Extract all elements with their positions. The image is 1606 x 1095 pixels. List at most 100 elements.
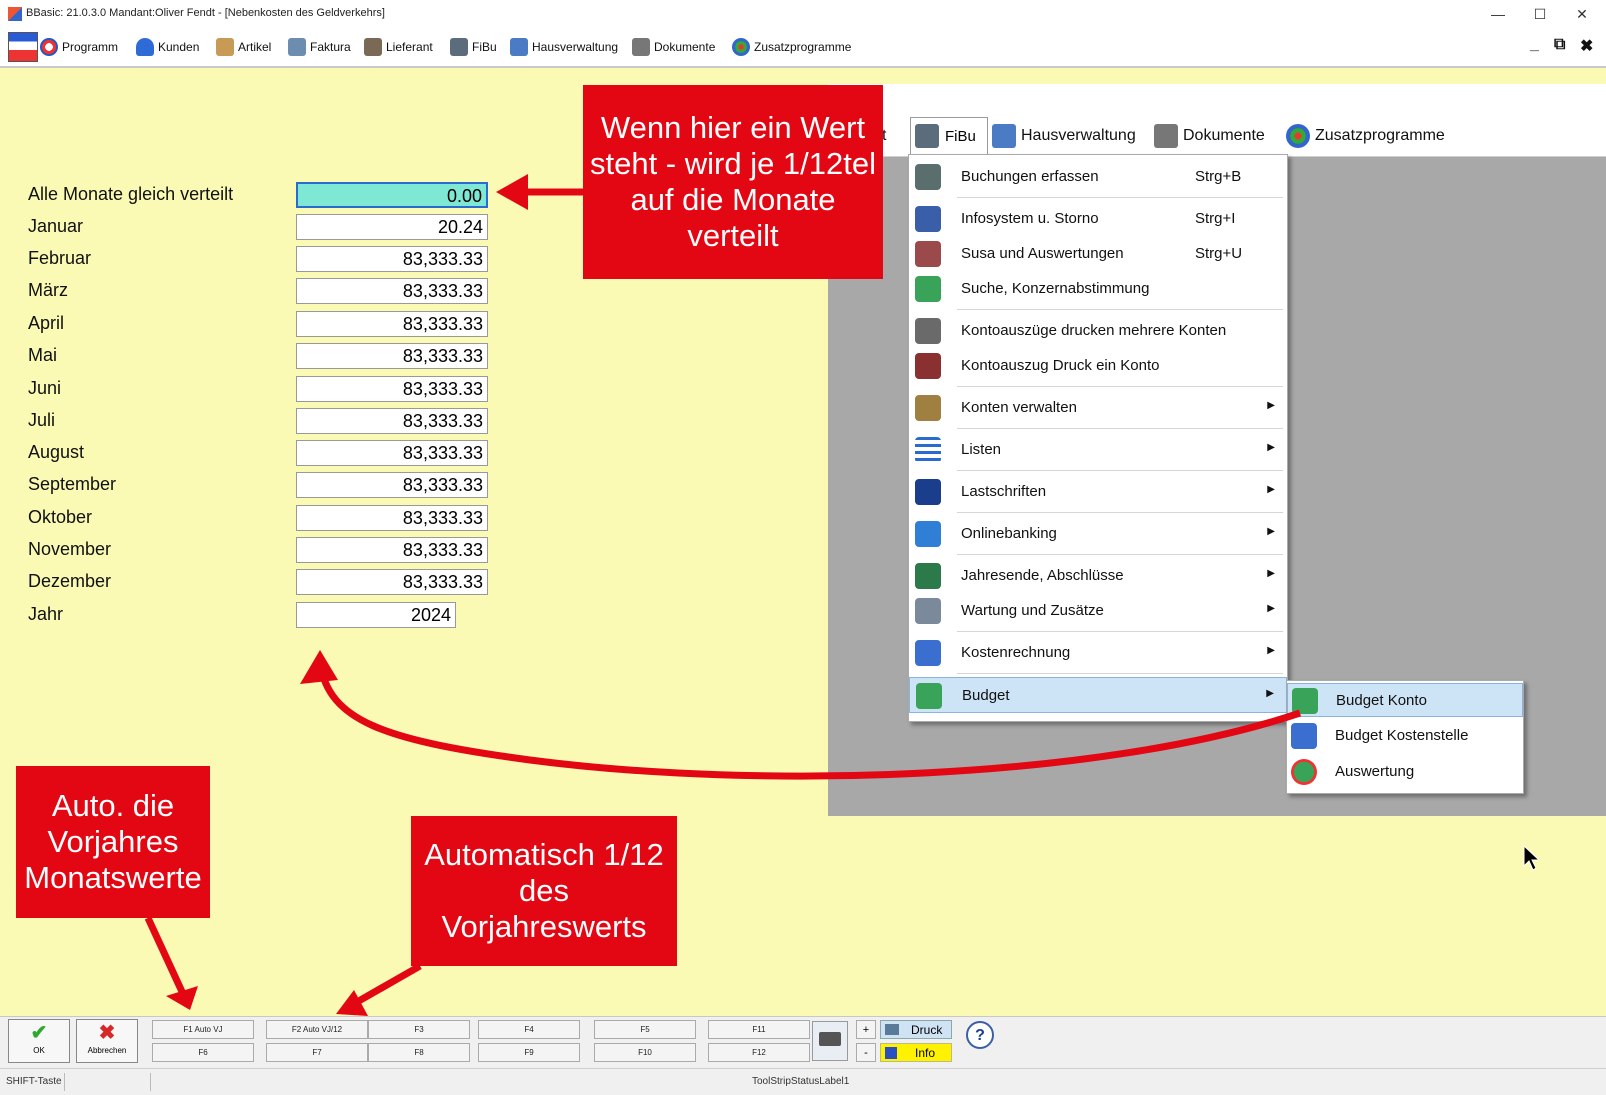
label-januar: Januar <box>28 216 84 236</box>
februar-input[interactable]: 83,333.33 <box>296 246 488 272</box>
callout-top: Wenn hier ein Wert steht - wird je 1/12t… <box>583 85 883 279</box>
menu-item-kontoauszuege[interactable]: Kontoauszüge drucken mehrere Konten <box>909 313 1287 349</box>
submenu-item-budget-kostenstelle[interactable]: Budget Kostenstelle <box>1287 719 1523 753</box>
menu-item-shortcut: Strg+I <box>1195 210 1236 227</box>
kontoauszuege-icon <box>915 318 941 344</box>
label-februar: Februar <box>28 248 92 268</box>
oktober-input[interactable]: 83,333.33 <box>296 505 488 531</box>
menu-zusatzprogramme[interactable]: Zusatzprogramme <box>732 34 851 60</box>
menu-hausverwaltung[interactable]: Hausverwaltung <box>510 34 618 60</box>
menu-item-konten-verwalten[interactable]: Konten verwalten ▶ <box>909 390 1287 426</box>
fibu-icon <box>450 38 468 56</box>
label-oktober: Oktober <box>28 507 93 527</box>
help-button[interactable]: ? <box>966 1021 994 1049</box>
menu-label: Zusatzprogramme <box>754 40 852 54</box>
menu-item-budget[interactable]: Budget ▶ <box>909 677 1287 713</box>
overlay-menu-label: Zusatzprogramme <box>1315 127 1445 144</box>
april-input[interactable]: 83,333.33 <box>296 311 488 337</box>
menu-programm[interactable]: Programm <box>40 34 118 60</box>
jahresende-icon <box>915 563 941 589</box>
menu-item-listen[interactable]: Listen ▶ <box>909 432 1287 468</box>
menu-lieferant[interactable]: Lieferant <box>364 34 433 60</box>
mai-input[interactable]: 83,333.33 <box>296 343 488 369</box>
menu-separator <box>957 631 1283 632</box>
submenu-item-auswertung[interactable]: Auswertung <box>1287 755 1523 789</box>
menu-item-onlinebanking[interactable]: Onlinebanking ▶ <box>909 516 1287 552</box>
info-button[interactable]: Info <box>880 1043 952 1062</box>
jahr-input[interactable]: 2024 <box>296 602 456 628</box>
menu-item-wartung[interactable]: Wartung und Zusätze ▶ <box>909 593 1287 629</box>
menu-item-label: Konten verwalten <box>961 399 1077 416</box>
f4-button[interactable]: F4 <box>478 1020 580 1039</box>
august-input[interactable]: 83,333.33 <box>296 440 488 466</box>
submenu-item-label: Budget Konto <box>1336 692 1427 709</box>
f7-button[interactable]: F7 <box>266 1043 368 1062</box>
menu-faktura[interactable]: Faktura <box>288 34 351 60</box>
menu-item-label: Listen <box>961 441 1002 458</box>
list-icon <box>915 437 941 463</box>
overlay-menu-hausverwaltung[interactable]: Hausverwaltung <box>992 122 1136 150</box>
cancel-button[interactable]: ✖ Abbrechen <box>76 1019 138 1063</box>
menu-artikel[interactable]: Artikel <box>216 34 271 60</box>
f3-button[interactable]: F3 <box>368 1020 470 1039</box>
dezember-input[interactable]: 83,333.33 <box>296 569 488 595</box>
menu-label: FiBu <box>472 40 497 54</box>
menu-dokumente[interactable]: Dokumente <box>632 34 715 60</box>
menu-item-infosystem[interactable]: Infosystem u. Storno Strg+I <box>909 201 1287 237</box>
printer-settings-button[interactable] <box>812 1021 848 1061</box>
ok-button[interactable]: ✔ OK <box>8 1019 70 1063</box>
overlay-menu-fibu-label: FiBu <box>945 128 976 145</box>
druck-button[interactable]: Druck <box>880 1020 952 1039</box>
budget-icon <box>916 683 942 709</box>
submenu-arrow-icon: ▶ <box>1267 400 1275 411</box>
menu-item-kostenrechnung[interactable]: Kostenrechnung ▶ <box>909 635 1287 671</box>
menu-fibu[interactable]: FiBu <box>450 34 497 60</box>
minimize-button[interactable]: — <box>1478 3 1518 25</box>
menu-item-lastschriften[interactable]: Lastschriften ▶ <box>909 474 1287 510</box>
buchungen-icon <box>915 164 941 190</box>
close-button[interactable]: ✕ <box>1562 3 1602 25</box>
menu-item-suche[interactable]: Suche, Konzernabstimmung <box>909 271 1287 307</box>
overlay-menu-zusatzprogramme[interactable]: Zusatzprogramme <box>1286 122 1445 150</box>
november-input[interactable]: 83,333.33 <box>296 537 488 563</box>
mdi-close-button[interactable]: ✖ <box>1580 36 1593 56</box>
menu-label: Lieferant <box>386 40 433 54</box>
f10-button[interactable]: F10 <box>594 1043 696 1062</box>
label-september: September <box>28 474 117 494</box>
overlay-menu-label: Hausverwaltung <box>1021 127 1136 144</box>
zoom-minus-button[interactable]: - <box>856 1043 876 1062</box>
all-months-input[interactable]: 0.00 <box>296 182 488 208</box>
f1-button[interactable]: F1 Auto VJ <box>152 1020 254 1039</box>
september-input[interactable]: 83,333.33 <box>296 472 488 498</box>
menu-item-kontoauszug[interactable]: Kontoauszug Druck ein Konto <box>909 348 1287 384</box>
menu-item-buchungen-erfassen[interactable]: Buchungen erfassen Strg+B <box>909 159 1287 195</box>
f11-button[interactable]: F11 <box>708 1020 810 1039</box>
fibu-icon <box>915 124 939 148</box>
menu-item-jahresende[interactable]: Jahresende, Abschlüsse ▶ <box>909 558 1287 594</box>
maerz-input[interactable]: 83,333.33 <box>296 278 488 304</box>
menu-item-label: Jahresende, Abschlüsse <box>961 567 1124 584</box>
zoom-plus-button[interactable]: + <box>856 1020 876 1039</box>
maximize-button[interactable]: ☐ <box>1520 3 1560 25</box>
mdi-minimize-button[interactable]: _ <box>1530 36 1539 54</box>
submenu-arrow-icon: ▶ <box>1267 568 1275 579</box>
menu-item-label: Susa und Auswertungen <box>961 245 1124 262</box>
menu-kunden[interactable]: Kunden <box>136 34 199 60</box>
f5-button[interactable]: F5 <box>594 1020 696 1039</box>
cross-icon: ✖ <box>98 1022 116 1044</box>
juli-input[interactable]: 83,333.33 <box>296 408 488 434</box>
submenu-item-budget-konto[interactable]: Budget Konto <box>1287 683 1523 717</box>
f9-button[interactable]: F9 <box>478 1043 580 1062</box>
menu-item-susa[interactable]: Susa und Auswertungen Strg+U <box>909 236 1287 272</box>
overlay-menu-dokumente[interactable]: Dokumente <box>1154 122 1265 150</box>
f8-button[interactable]: F8 <box>368 1043 470 1062</box>
juni-input[interactable]: 83,333.33 <box>296 376 488 402</box>
f6-button[interactable]: F6 <box>152 1043 254 1062</box>
label-juni: Juni <box>28 378 62 398</box>
januar-input[interactable]: 20.24 <box>296 214 488 240</box>
submenu-item-label: Auswertung <box>1335 763 1415 780</box>
mdi-restore-button[interactable]: ⧉ <box>1554 36 1565 54</box>
f2-button[interactable]: F2 Auto VJ/12 <box>266 1020 368 1039</box>
f12-button[interactable]: F12 <box>708 1043 810 1062</box>
overlay-menu-fibu-tab[interactable]: FiBu <box>910 117 988 156</box>
